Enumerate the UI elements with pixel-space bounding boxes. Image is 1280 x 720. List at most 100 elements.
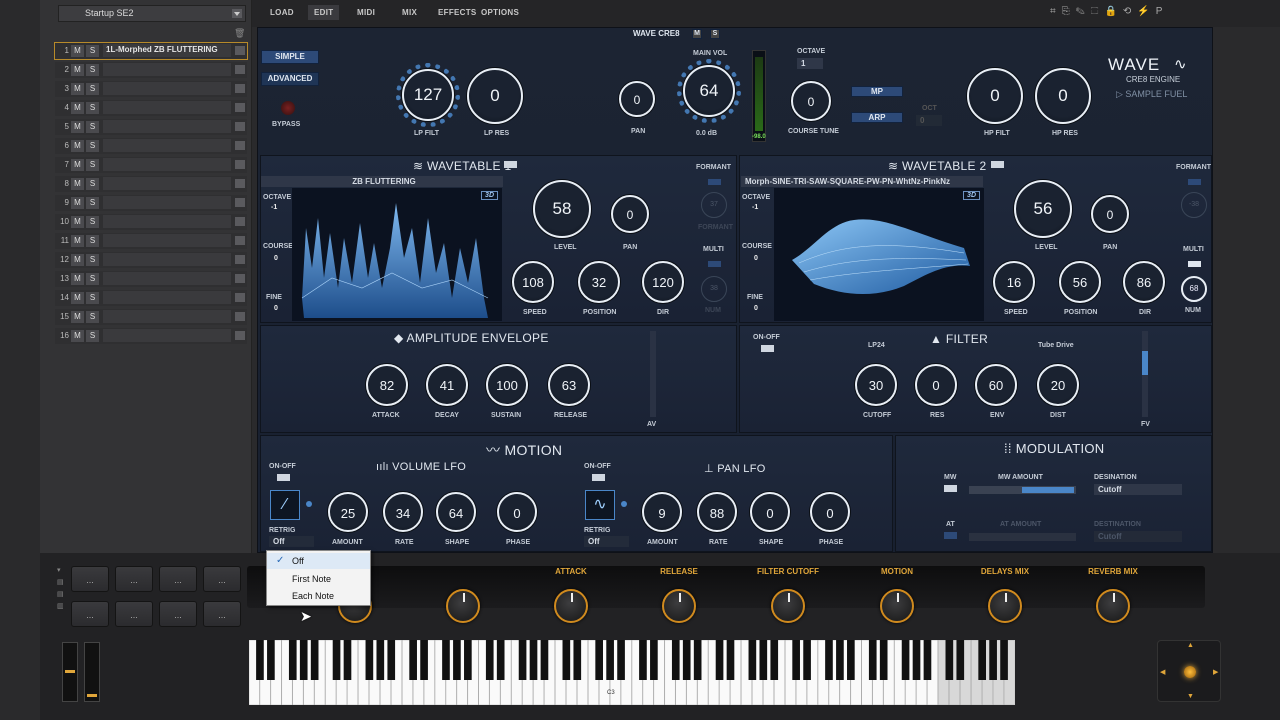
wt2-course-value[interactable]: 0 [754, 255, 758, 262]
wt1-fine-value[interactable]: 0 [274, 305, 278, 312]
chevron-down-icon[interactable] [235, 103, 245, 112]
chevron-down-icon[interactable] [235, 179, 245, 188]
black-key[interactable] [606, 640, 614, 680]
slot-solo-button[interactable]: S [86, 159, 99, 171]
black-key[interactable] [464, 640, 472, 680]
black-key[interactable] [671, 640, 680, 680]
wt2-formant-knob[interactable]: -38 [1181, 192, 1207, 218]
slot-name[interactable] [103, 310, 231, 323]
cutoff-knob[interactable]: 30 [855, 364, 897, 406]
black-key[interactable] [879, 640, 888, 680]
slot-name[interactable] [103, 291, 231, 304]
black-key[interactable] [540, 640, 549, 680]
at-amount-slider[interactable] [969, 533, 1076, 541]
trigger-pad[interactable]: ... [203, 566, 241, 592]
wt1-formant-knob[interactable]: 37 [701, 192, 727, 218]
slot-name[interactable] [103, 101, 231, 114]
slot-row[interactable]: 13 M S [55, 271, 247, 287]
wt2-formant-toggle[interactable] [1188, 179, 1201, 185]
fv-slider[interactable] [1142, 331, 1148, 417]
black-key[interactable] [409, 640, 417, 680]
slot-solo-button[interactable]: S [86, 140, 99, 152]
av-slider[interactable] [650, 331, 656, 417]
at-toggle[interactable] [944, 532, 957, 539]
chevron-down-icon[interactable] [235, 274, 245, 283]
slot-mute-button[interactable]: M [71, 64, 84, 76]
black-key[interactable] [825, 640, 833, 680]
slot-solo-button[interactable]: S [86, 330, 99, 342]
tab-load[interactable]: LOAD [270, 8, 294, 17]
trigger-pad[interactable]: ... [115, 601, 153, 627]
sustain-knob[interactable]: 100 [486, 364, 528, 406]
black-key[interactable] [299, 640, 308, 680]
attack-knob[interactable]: 82 [366, 364, 408, 406]
slot-name[interactable] [103, 120, 231, 133]
chevron-down-icon[interactable] [235, 141, 245, 150]
pan-lfo-waveform-icon[interactable]: ∿ [585, 490, 615, 520]
pan-rate-knob[interactable]: 88 [697, 492, 737, 532]
wt2-pan-knob[interactable]: 0 [1091, 195, 1129, 233]
wt1-num-knob[interactable]: 38 [701, 276, 727, 302]
black-key[interactable] [573, 640, 582, 680]
filter-onoff-toggle[interactable] [761, 345, 774, 352]
filter-res-knob[interactable]: 0 [915, 364, 957, 406]
trigger-pad[interactable]: ... [115, 566, 153, 592]
slot-name[interactable] [103, 158, 231, 171]
black-key[interactable] [453, 640, 461, 680]
wt1-course-value[interactable]: 0 [274, 255, 278, 262]
black-key[interactable] [989, 640, 997, 680]
filter-type[interactable]: LP24 [868, 342, 885, 349]
black-key[interactable] [836, 640, 844, 680]
black-key[interactable] [310, 640, 319, 680]
slot-row[interactable]: 1 M S 1L-Morphed ZB FLUTTERING [54, 42, 248, 60]
menu-item-off[interactable]: Off [267, 553, 370, 569]
vol-shape-knob[interactable]: 64 [436, 492, 476, 532]
tab-midi[interactable]: MIDI [357, 8, 375, 17]
wt2-num-knob[interactable]: 68 [1181, 276, 1207, 302]
slot-mute-button[interactable]: M [71, 273, 84, 285]
decay-knob[interactable]: 41 [426, 364, 468, 406]
macro-knob[interactable] [446, 589, 480, 623]
trigger-pad[interactable]: ... [203, 601, 241, 627]
wt1-octave-value[interactable]: -1 [271, 204, 277, 211]
slot-mute-button[interactable]: M [71, 45, 84, 57]
slot-row[interactable]: 14 M S [55, 290, 247, 306]
pitch-wheel[interactable] [62, 642, 78, 702]
chevron-down-icon[interactable] [235, 122, 245, 131]
black-key[interactable] [332, 640, 341, 680]
slot-name[interactable]: 1L-Morphed ZB FLUTTERING [103, 44, 231, 57]
vol-retrig-dropdown[interactable]: Off [269, 536, 314, 547]
lp-filt-knob[interactable]: 127 [402, 69, 454, 121]
chevron-down-icon[interactable] [235, 84, 245, 93]
slot-row[interactable]: 15 M S [55, 309, 247, 325]
toolbar-icons[interactable]: ⌗⎘✎⬚🔒⟲⚡P [1050, 6, 1168, 17]
tab-edit[interactable]: EDIT [308, 5, 340, 20]
trigger-pad[interactable]: ... [71, 566, 109, 592]
black-key[interactable] [562, 640, 571, 680]
wavetable-2-3d-button[interactable]: 3D [963, 191, 980, 200]
wt2-octave-value[interactable]: -1 [752, 204, 758, 211]
chevron-down-icon[interactable] [235, 312, 245, 321]
slot-name[interactable] [103, 196, 231, 209]
filter-drive-type[interactable]: Tube Drive [1038, 342, 1074, 349]
wt2-position-knob[interactable]: 56 [1059, 261, 1101, 303]
hp-res-knob[interactable]: 0 [1035, 68, 1091, 124]
wt1-multi-toggle[interactable] [708, 261, 721, 267]
trigger-pad[interactable]: ... [159, 601, 197, 627]
slot-mute-button[interactable]: M [71, 254, 84, 266]
black-key[interactable] [617, 640, 625, 680]
black-key[interactable] [759, 640, 768, 680]
engine-s-button[interactable]: S [710, 29, 720, 39]
chevron-down-icon[interactable] [235, 236, 245, 245]
black-key[interactable] [518, 640, 527, 680]
tab-effects[interactable]: EFFECTS [438, 8, 477, 17]
chevron-down-icon[interactable] [235, 160, 245, 169]
wavetable-1-source[interactable]: ZB FLUTTERING [261, 176, 503, 187]
slot-row[interactable]: 10 M S [55, 214, 247, 230]
macro-knob[interactable] [988, 589, 1022, 623]
vol-lfo-waveform-icon[interactable]: ∕ [270, 490, 300, 520]
chevron-down-icon[interactable] [235, 331, 245, 340]
black-key[interactable] [868, 640, 877, 680]
slot-row[interactable]: 3 M S [55, 81, 247, 97]
pan-phase-knob[interactable]: 0 [810, 492, 850, 532]
